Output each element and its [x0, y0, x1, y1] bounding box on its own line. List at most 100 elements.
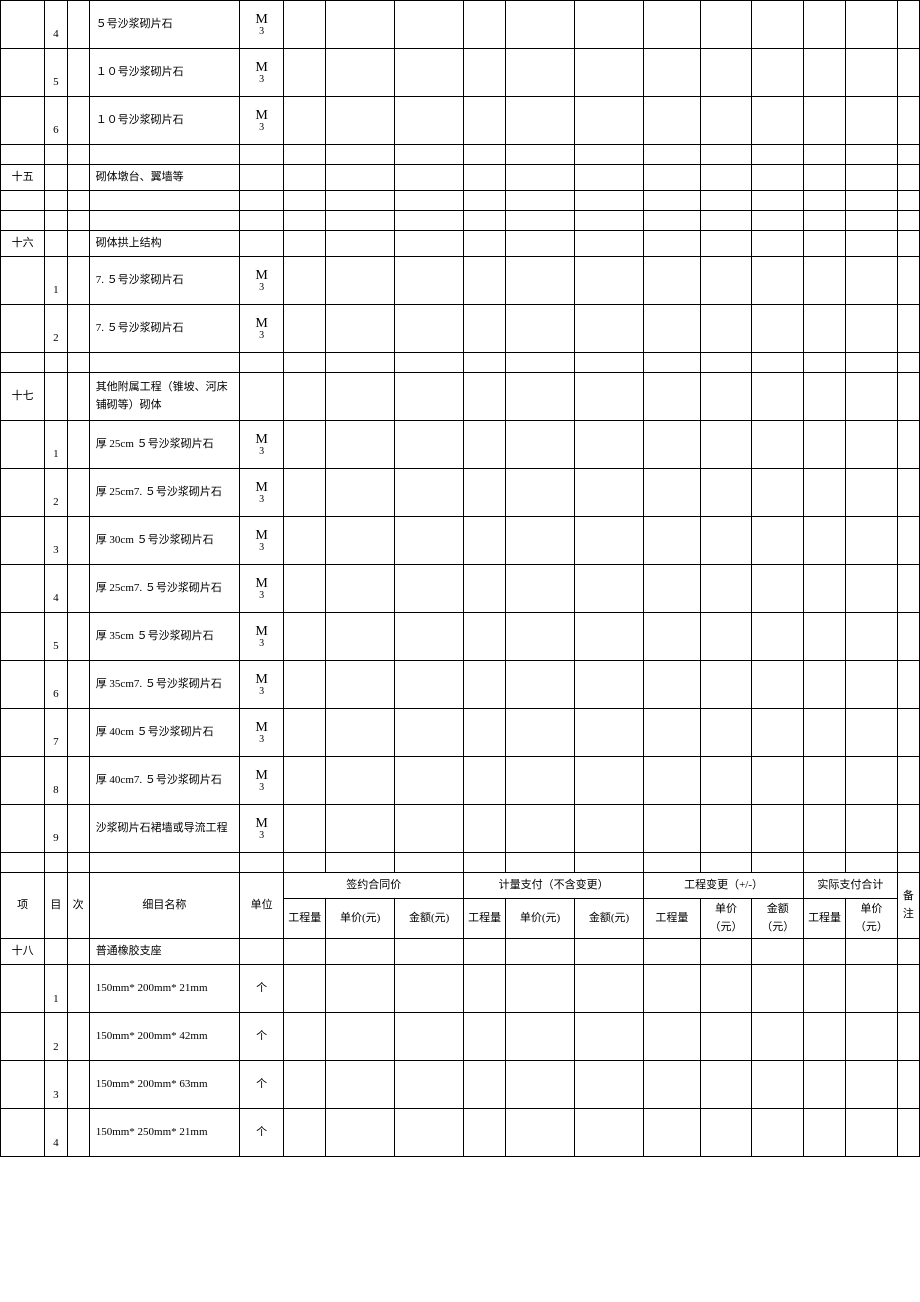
empty-cell — [804, 939, 846, 965]
empty-cell — [326, 421, 395, 469]
unit-cell: 个 — [239, 1061, 283, 1109]
item-number: 2 — [45, 1013, 67, 1061]
empty-cell — [752, 257, 804, 305]
empty-cell — [846, 257, 898, 305]
empty-cell — [326, 565, 395, 613]
unit-cell: M3 — [239, 305, 283, 353]
item-number: 9 — [45, 805, 67, 853]
empty-cell — [700, 145, 752, 165]
empty-cell — [804, 853, 846, 873]
empty-cell — [395, 965, 464, 1013]
empty-cell — [326, 257, 395, 305]
item-number: 4 — [45, 565, 67, 613]
empty-cell — [464, 1013, 506, 1061]
empty-cell — [326, 517, 395, 565]
empty-cell — [575, 145, 644, 165]
empty-cell — [644, 305, 701, 353]
empty-cell — [752, 305, 804, 353]
empty-cell — [804, 373, 846, 421]
empty-cell — [464, 1109, 506, 1157]
empty-cell — [284, 353, 326, 373]
empty-cell — [284, 939, 326, 965]
empty-cell — [804, 613, 846, 661]
empty-cell — [395, 613, 464, 661]
empty-cell — [464, 145, 506, 165]
unit-cell: M3 — [239, 517, 283, 565]
empty-cell — [575, 165, 644, 191]
empty-cell — [326, 1, 395, 49]
empty-cell — [506, 373, 575, 421]
empty-cell — [700, 661, 752, 709]
empty-cell — [897, 191, 919, 211]
empty-cell — [284, 257, 326, 305]
hdr-group-measure: 计量支付（不含变更） — [464, 873, 644, 899]
empty-cell — [897, 757, 919, 805]
empty-cell — [464, 709, 506, 757]
empty-cell — [846, 353, 898, 373]
hdr-amount: 金额（元） — [752, 899, 804, 939]
empty-cell — [752, 165, 804, 191]
empty-cell — [804, 469, 846, 517]
item-number: 3 — [45, 517, 67, 565]
empty-cell — [464, 97, 506, 145]
hdr-price: 单价（元） — [700, 899, 752, 939]
empty-cell — [700, 1, 752, 49]
empty-cell — [326, 939, 395, 965]
empty-cell — [464, 353, 506, 373]
empty-cell — [464, 305, 506, 353]
empty-cell — [575, 421, 644, 469]
empty-cell — [464, 661, 506, 709]
empty-cell — [700, 231, 752, 257]
empty-cell — [897, 853, 919, 873]
empty-cell — [644, 965, 701, 1013]
empty-cell — [644, 191, 701, 211]
empty-cell — [846, 165, 898, 191]
empty-cell — [506, 145, 575, 165]
empty-cell — [752, 613, 804, 661]
empty-cell — [575, 211, 644, 231]
empty-cell — [506, 805, 575, 853]
empty-cell — [284, 613, 326, 661]
empty-cell — [897, 661, 919, 709]
hdr-remark: 备注 — [897, 873, 919, 939]
empty-cell — [464, 373, 506, 421]
empty-cell — [464, 565, 506, 613]
empty-cell — [804, 1013, 846, 1061]
section-cell — [1, 97, 45, 145]
empty-cell — [284, 565, 326, 613]
empty-cell — [897, 709, 919, 757]
empty-cell — [326, 191, 395, 211]
empty-cell — [644, 757, 701, 805]
empty-cell — [506, 165, 575, 191]
empty-cell — [326, 353, 395, 373]
empty-cell — [846, 517, 898, 565]
empty-cell — [846, 305, 898, 353]
subitem-cell — [67, 805, 89, 853]
empty-cell — [897, 165, 919, 191]
empty-cell — [804, 257, 846, 305]
empty-cell — [464, 191, 506, 211]
empty-cell — [897, 1, 919, 49]
empty-cell — [897, 257, 919, 305]
subitem-cell — [67, 305, 89, 353]
item-number: 6 — [45, 661, 67, 709]
empty-cell — [284, 805, 326, 853]
section-cell — [1, 709, 45, 757]
empty-cell — [804, 757, 846, 805]
empty-cell — [326, 661, 395, 709]
empty-cell — [326, 231, 395, 257]
empty-cell — [846, 421, 898, 469]
empty-cell — [700, 709, 752, 757]
empty-cell — [644, 49, 701, 97]
subitem-cell — [67, 421, 89, 469]
empty-cell — [752, 517, 804, 565]
empty-cell — [897, 421, 919, 469]
empty-cell — [326, 853, 395, 873]
empty-cell — [644, 1, 701, 49]
empty-cell — [464, 49, 506, 97]
empty-cell — [700, 165, 752, 191]
empty-cell — [846, 853, 898, 873]
empty-cell — [284, 709, 326, 757]
empty-cell — [506, 1013, 575, 1061]
empty-cell — [326, 373, 395, 421]
